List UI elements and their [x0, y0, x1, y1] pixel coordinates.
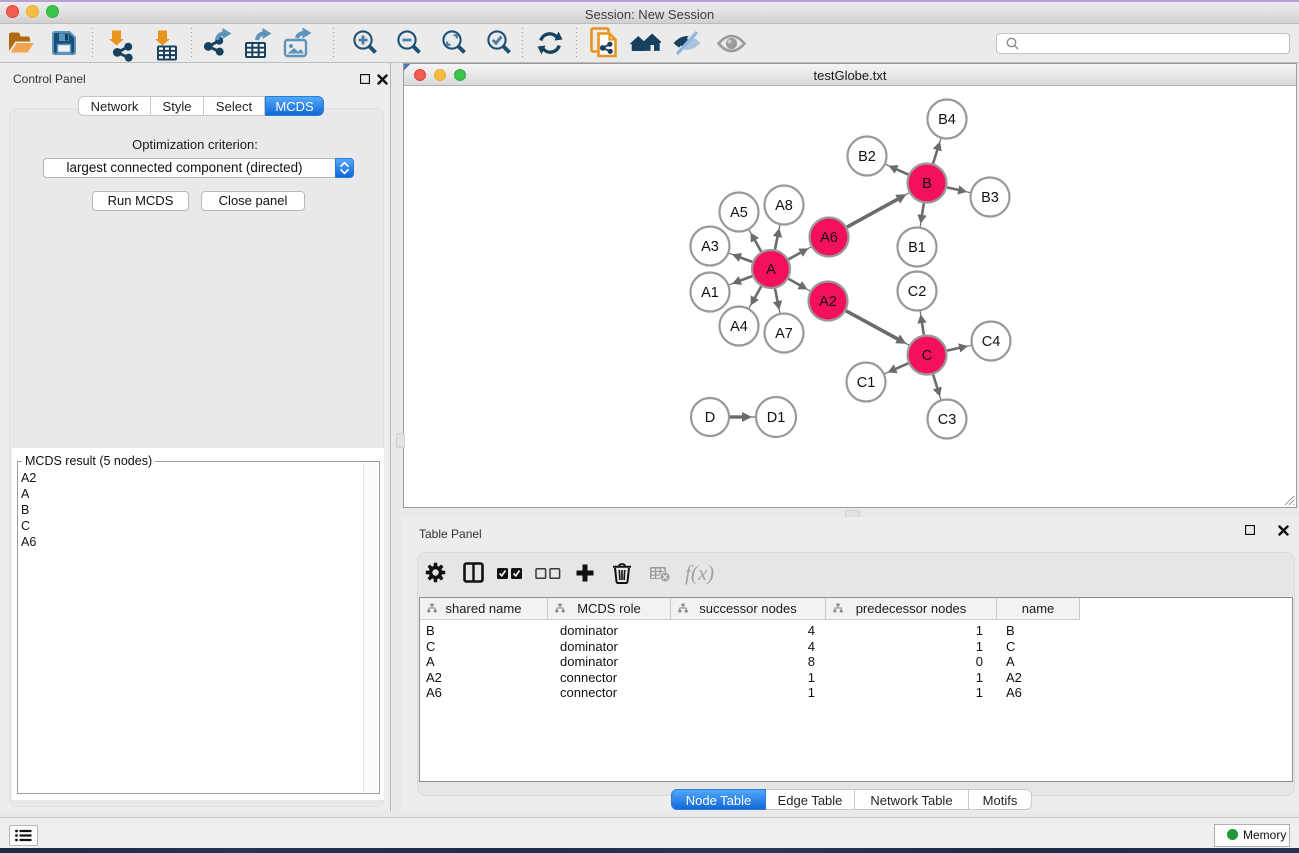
svg-text:A4: A4	[730, 319, 748, 335]
svg-text:A2: A2	[819, 294, 837, 310]
svg-text:C3: C3	[938, 412, 957, 428]
svg-text:A6: A6	[820, 230, 838, 246]
svg-text:A: A	[766, 262, 776, 278]
svg-text:A5: A5	[730, 205, 748, 221]
svg-text:A3: A3	[701, 239, 719, 255]
svg-text:B3: B3	[981, 190, 999, 206]
svg-text:A1: A1	[701, 285, 719, 301]
svg-text:B4: B4	[938, 112, 956, 128]
svg-text:A7: A7	[775, 326, 793, 342]
svg-text:D1: D1	[767, 410, 786, 426]
svg-text:C4: C4	[982, 334, 1001, 350]
svg-text:C: C	[922, 348, 932, 364]
svg-text:C2: C2	[908, 284, 927, 300]
svg-text:A8: A8	[775, 198, 793, 214]
svg-text:B: B	[922, 176, 932, 192]
svg-text:B2: B2	[858, 149, 876, 165]
svg-text:D: D	[705, 410, 715, 426]
svg-text:C1: C1	[857, 375, 876, 391]
svg-text:B1: B1	[908, 240, 926, 256]
